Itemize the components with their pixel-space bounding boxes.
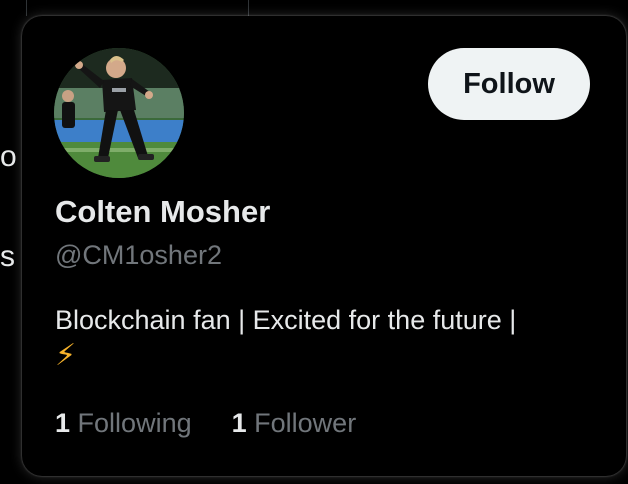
avatar-photo-icon	[54, 48, 184, 178]
display-name[interactable]: Colten Mosher	[55, 194, 270, 230]
followers-count: 1	[231, 408, 247, 438]
followers-label: Follower	[254, 408, 357, 438]
background-divider	[248, 0, 249, 16]
following-count: 1	[55, 408, 71, 438]
username-handle[interactable]: @CM1osher2	[55, 240, 222, 271]
profile-bio: Blockchain fan | Excited for the future …	[55, 302, 615, 374]
background-text-fragment: s	[0, 240, 15, 273]
following-label: Following	[77, 408, 192, 438]
background-text-fragment: o	[0, 140, 17, 173]
lightning-icon: ⚡	[55, 338, 77, 373]
following-link[interactable]: 1 Following	[55, 408, 192, 439]
follow-stats: 1 Following 1 Follower	[55, 408, 356, 439]
bio-text: Blockchain fan | Excited for the future …	[55, 305, 517, 335]
follow-button[interactable]: Follow	[428, 48, 590, 120]
background-divider	[26, 0, 27, 16]
followers-link[interactable]: 1 Follower	[232, 408, 357, 439]
profile-avatar[interactable]	[54, 48, 184, 178]
profile-hover-card: Follow Colten Mosher @CM1osher2 Blockcha…	[22, 16, 626, 476]
